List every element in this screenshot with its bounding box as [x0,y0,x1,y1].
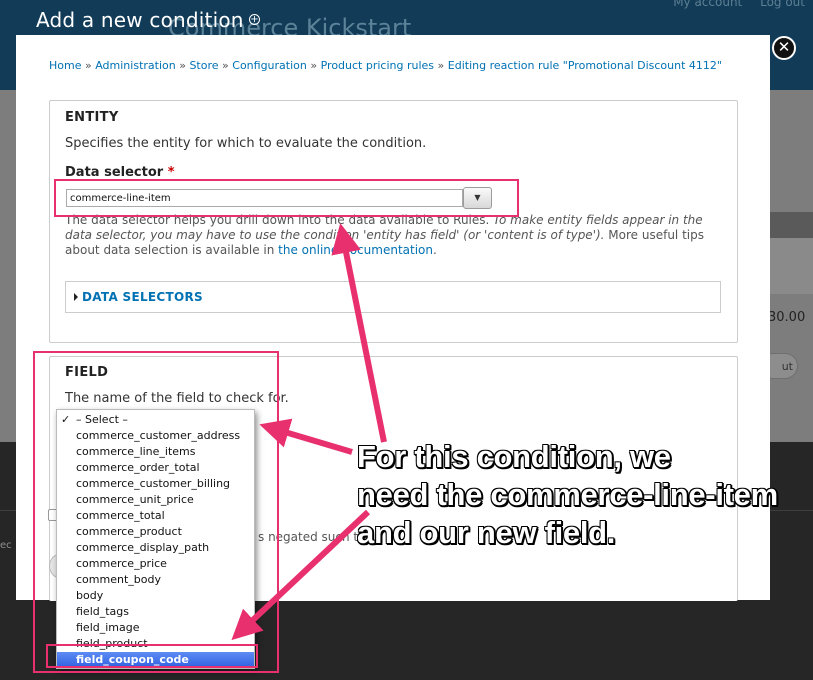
annotation-line-2: need the commerce-line-item [357,477,778,512]
annotation-text: For this condition, we need the commerce… [357,438,778,552]
arrow-to-data-selector [331,223,387,443]
arrow-to-field-list [259,418,353,455]
annotation-line-1: For this condition, we [357,439,671,474]
annotation-line-3: and our new field. [357,515,616,550]
annotation-arrows [231,223,387,641]
arrow-to-coupon-option [231,509,371,641]
